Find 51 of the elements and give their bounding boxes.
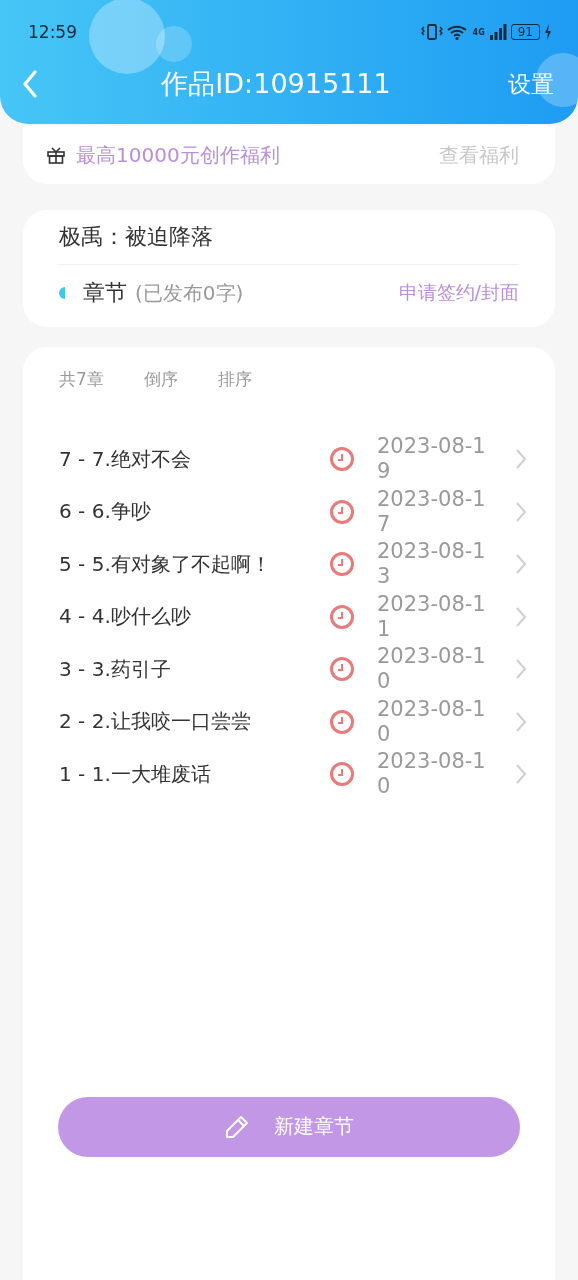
signal-icon — [488, 24, 507, 40]
chapter-title: 4 - 4.吵什么吵 — [59, 603, 192, 631]
chapter-date: 2023-08-19 — [377, 434, 487, 485]
work-title: 极禹：被迫降落 — [59, 220, 519, 265]
network-label: 4G — [472, 27, 485, 37]
chapter-row[interactable]: 2 - 2.让我咬一口尝尝 2023-08-10 — [59, 695, 531, 748]
chevron-right-icon — [515, 553, 527, 576]
chevron-right-icon — [515, 658, 527, 681]
chevron-right-icon — [515, 500, 527, 523]
chapter-row[interactable]: 3 - 3.药引子 2023-08-10 — [59, 643, 531, 696]
chapter-date: 2023-08-10 — [377, 644, 487, 695]
status-time: 12:59 — [28, 22, 77, 42]
section-marker-icon — [59, 287, 65, 299]
chapter-row[interactable]: 5 - 5.有对象了不起啊！ 2023-08-13 — [59, 538, 531, 591]
battery-indicator: 91 — [510, 24, 540, 40]
section-note: (已发布0字) — [135, 279, 245, 307]
clock-icon — [329, 761, 355, 788]
clock-icon — [329, 551, 355, 578]
chapter-row[interactable]: 1 - 1.一大堆废话 2023-08-10 — [59, 748, 531, 801]
chapter-date: 2023-08-10 — [377, 696, 487, 747]
gift-icon — [46, 145, 66, 165]
clock-icon — [329, 446, 355, 473]
chapter-row[interactable]: 6 - 6.争吵 2023-08-17 — [59, 485, 531, 538]
charging-icon — [544, 24, 552, 40]
vibrate-icon — [420, 23, 443, 41]
clock-icon — [329, 498, 355, 525]
chevron-right-icon — [515, 710, 527, 733]
page-title: 作品ID:10915111 — [161, 67, 391, 101]
chevron-right-icon — [515, 763, 527, 786]
chapter-title: 2 - 2.让我咬一口尝尝 — [59, 708, 252, 736]
section-label: 章节 — [83, 279, 127, 307]
chapter-title: 3 - 3.药引子 — [59, 655, 172, 683]
chevron-right-icon — [515, 605, 527, 628]
chapter-title: 6 - 6.争吵 — [59, 498, 152, 526]
chapter-date: 2023-08-11 — [377, 591, 487, 642]
promo-text: 最高10000元创作福利 — [76, 141, 281, 169]
chapter-title: 5 - 5.有对象了不起啊！ — [59, 550, 272, 578]
chapter-date: 2023-08-17 — [377, 486, 487, 537]
chapter-count: 共7章 — [59, 367, 104, 391]
chapter-title: 1 - 1.一大堆废话 — [59, 760, 212, 788]
pencil-icon — [224, 1113, 250, 1140]
chapter-row[interactable]: 7 - 7.绝对不会 2023-08-19 — [59, 433, 531, 486]
clock-icon — [329, 656, 355, 683]
clock-icon — [329, 708, 355, 735]
chapter-date: 2023-08-10 — [377, 749, 487, 800]
chapter-date: 2023-08-13 — [377, 539, 487, 590]
wifi-icon — [446, 24, 469, 40]
chapter-title: 7 - 7.绝对不会 — [59, 445, 192, 473]
chapter-row[interactable]: 4 - 4.吵什么吵 2023-08-11 — [59, 590, 531, 643]
clock-icon — [329, 603, 355, 630]
chevron-right-icon — [515, 448, 527, 471]
